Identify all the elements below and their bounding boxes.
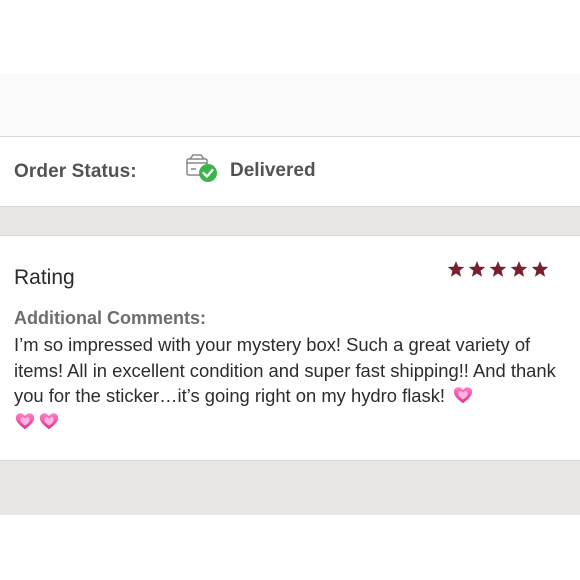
- star-icon: [468, 261, 486, 277]
- header-band: [0, 74, 580, 137]
- star-icon: [489, 261, 507, 277]
- review-comment-text: I’m so impressed with your mystery box! …: [14, 334, 556, 406]
- star-icon: [510, 261, 528, 277]
- sparkling-heart-icon: [453, 387, 473, 404]
- top-blank-area: [0, 0, 580, 74]
- review-card: Rating Additional Comments: I’m so impre…: [0, 236, 580, 461]
- star-icon: [531, 261, 549, 277]
- section-divider: [0, 207, 580, 236]
- additional-comments-label: Additional Comments:: [14, 308, 206, 328]
- star-rating: [447, 260, 549, 278]
- sparkling-heart-icon: [39, 412, 59, 429]
- sparkling-heart-icon: [15, 412, 35, 429]
- review-comment: I’m so impressed with your mystery box! …: [14, 332, 570, 434]
- star-icon: [447, 261, 465, 277]
- rating-title: Rating: [14, 266, 75, 289]
- bottom-blank-area: [0, 515, 580, 580]
- footer-band: [0, 461, 580, 515]
- order-status-value: Delivered: [230, 160, 316, 181]
- order-status-label: Order Status:: [14, 161, 137, 182]
- box-check-icon: [185, 153, 219, 185]
- order-status-row: Order Status: Delivered: [0, 137, 580, 207]
